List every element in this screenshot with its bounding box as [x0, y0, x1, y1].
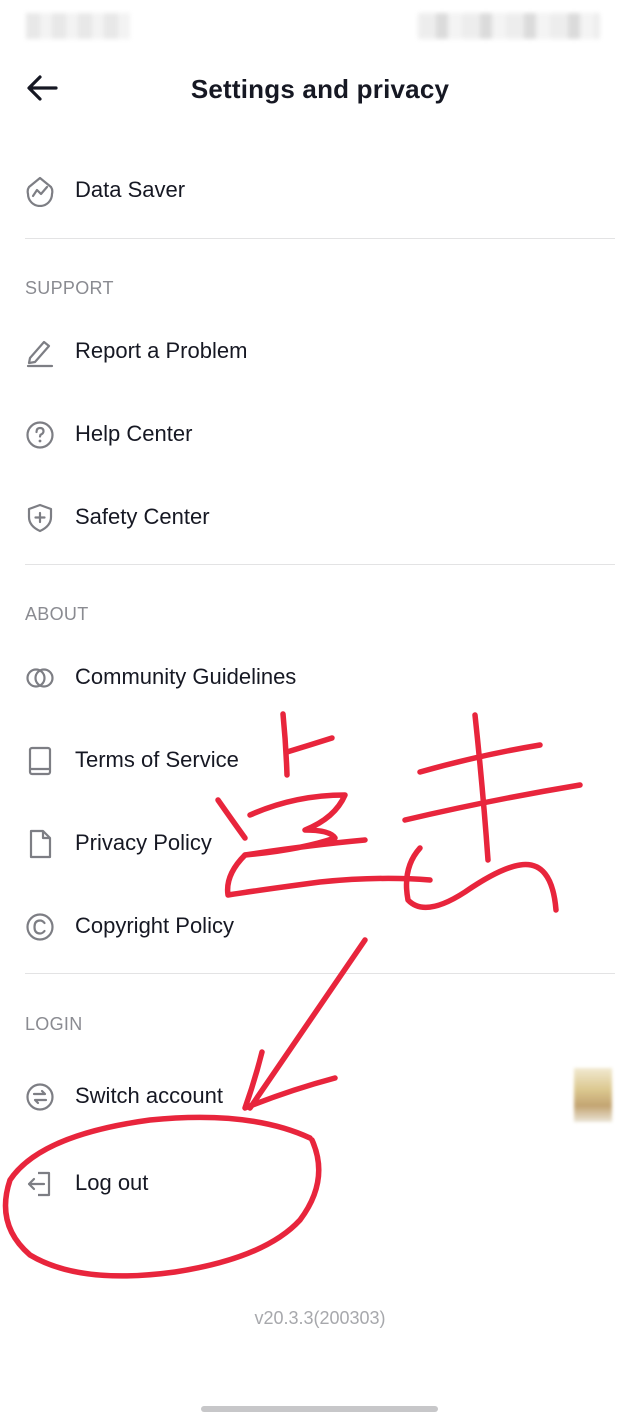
copyright-icon	[26, 913, 54, 941]
settings-item-label: Log out	[75, 1170, 149, 1195]
settings-item-label: Safety Center	[75, 504, 210, 529]
settings-item-label: Help Center	[75, 421, 193, 446]
settings-item-community-guidelines[interactable]: Community Guidelines	[0, 648, 640, 708]
settings-item-terms-of-service[interactable]: Terms of Service	[0, 731, 640, 791]
logout-icon	[27, 1171, 51, 1197]
home-indicator[interactable]	[201, 1406, 438, 1412]
divider	[25, 564, 615, 565]
data-saver-icon	[26, 176, 54, 207]
status-time-redacted	[26, 13, 130, 39]
settings-item-report-problem[interactable]: Report a Problem	[0, 322, 640, 382]
app-version: v20.3.3(200303)	[254, 1308, 386, 1328]
divider	[25, 238, 615, 239]
page-title: Settings and privacy	[190, 74, 450, 104]
settings-item-switch-account[interactable]: Switch account	[0, 1067, 640, 1127]
settings-item-data-saver[interactable]: Data Saver	[0, 161, 640, 221]
section-title-support: SUPPORT	[25, 278, 114, 298]
question-circle-icon	[26, 421, 54, 449]
section-title-login: LOGIN	[25, 1014, 83, 1034]
settings-item-log-out[interactable]: Log out	[0, 1154, 640, 1214]
shield-plus-icon	[27, 503, 53, 533]
settings-item-label: Data Saver	[75, 177, 186, 202]
settings-item-label: Community Guidelines	[75, 664, 297, 689]
overlapping-circles-icon	[26, 668, 54, 688]
settings-item-label: Report a Problem	[75, 338, 248, 363]
settings-item-label: Copyright Policy	[75, 913, 234, 938]
status-bar	[0, 0, 640, 54]
settings-item-copyright-policy[interactable]: Copyright Policy	[0, 897, 640, 957]
pencil-icon	[26, 340, 54, 368]
section-title-about: ABOUT	[25, 604, 89, 624]
account-avatar	[574, 1068, 612, 1122]
settings-item-safety-center[interactable]: Safety Center	[0, 488, 640, 548]
settings-item-help-center[interactable]: Help Center	[0, 405, 640, 465]
header: Settings and privacy	[0, 54, 640, 126]
settings-item-label: Terms of Service	[75, 747, 239, 772]
divider	[25, 973, 615, 974]
document-icon	[29, 829, 52, 859]
settings-item-label: Privacy Policy	[75, 830, 212, 855]
settings-item-label: Switch account	[75, 1083, 223, 1108]
status-icons-redacted	[418, 13, 600, 39]
book-icon	[28, 746, 52, 776]
settings-item-privacy-policy[interactable]: Privacy Policy	[0, 814, 640, 874]
switch-arrows-icon	[26, 1083, 54, 1111]
